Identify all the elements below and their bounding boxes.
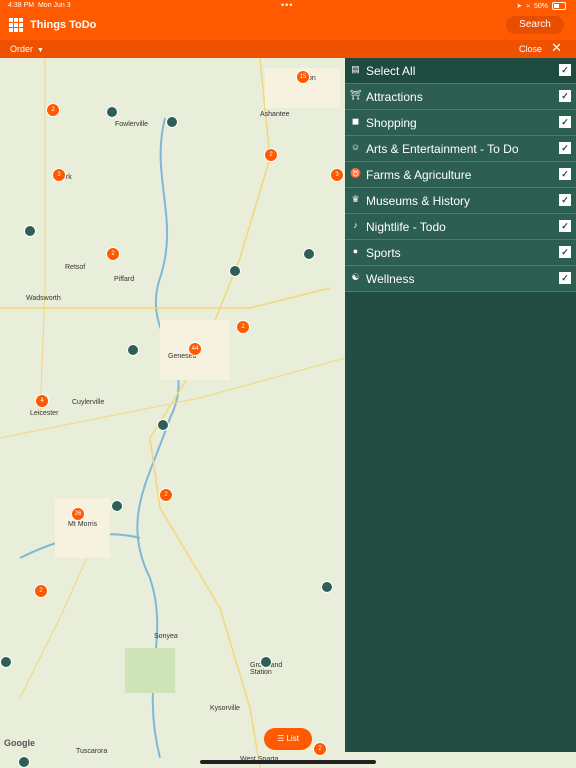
filter-row-sports[interactable]: ● Sports ✓ [345, 240, 576, 266]
poi-marker-icon[interactable] [127, 344, 139, 356]
poi-marker-icon[interactable] [111, 500, 123, 512]
map-cluster-marker[interactable]: 3 [330, 168, 344, 182]
town-label: Sonyea [154, 633, 178, 640]
map-cluster-marker[interactable]: 2 [159, 488, 173, 502]
close-icon[interactable]: ✕ [551, 41, 562, 54]
town-label: Retsof [65, 264, 86, 271]
theater-masks-icon: ☺ [350, 142, 361, 152]
checkbox[interactable]: ✓ [559, 246, 571, 258]
checkbox[interactable]: ✓ [559, 142, 571, 154]
poi-marker-icon[interactable] [0, 656, 12, 668]
google-logo: Google [4, 738, 35, 748]
checkbox[interactable]: ✓ [559, 116, 571, 128]
search-button[interactable]: Search [506, 16, 564, 34]
town-label: Tuscarora [76, 748, 108, 755]
filter-row-select-all[interactable]: ▤ Select All ✓ [345, 58, 576, 84]
status-time: 4:38 PM Mon Jun 3 [8, 2, 71, 9]
list-button[interactable]: ☰ List [264, 728, 312, 750]
map-cluster-marker[interactable]: 2 [264, 148, 278, 162]
checkbox[interactable]: ✓ [559, 90, 571, 102]
map-cluster-marker[interactable]: 3 [52, 168, 66, 182]
map-cluster-marker[interactable]: 44 [188, 342, 202, 356]
cow-icon: ♉ [350, 168, 362, 178]
status-bar: 4:38 PM Mon Jun 3 ••• ➤ ≈ 50% [0, 0, 576, 12]
town-label: Ashantee [260, 111, 290, 118]
shopping-bag-icon: ◼ [351, 116, 360, 126]
filter-row-wellness[interactable]: ☯ Wellness ✓ [345, 266, 576, 292]
poi-marker-icon[interactable] [18, 756, 30, 768]
map-cluster-marker[interactable]: 2 [236, 320, 250, 334]
town-label: Kysorville [210, 705, 240, 712]
filter-row-attractions[interactable]: ⛩ Attractions ✓ [345, 84, 576, 110]
location-icon: ➤ [516, 3, 523, 10]
filter-row-museums[interactable]: ♛ Museums & History ✓ [345, 188, 576, 214]
wifi-icon: ≈ [526, 2, 530, 10]
poi-marker-icon[interactable] [157, 419, 169, 431]
map-cluster-marker[interactable]: 26 [71, 507, 85, 521]
home-indicator[interactable] [200, 760, 376, 764]
filter-row-farms[interactable]: ♉ Farms & Agriculture ✓ [345, 162, 576, 188]
multitask-dots[interactable]: ••• [281, 0, 293, 10]
battery-percent: 50% [533, 2, 548, 10]
map-cluster-marker[interactable]: 2 [106, 247, 120, 261]
poi-marker-icon[interactable] [229, 265, 241, 277]
filter-row-nightlife[interactable]: ♪ Nightlife - Todo ✓ [345, 214, 576, 240]
close-button[interactable]: Close [519, 44, 542, 54]
town-label: Mt Morris [68, 521, 98, 528]
nightlife-icon: ♪ [353, 220, 358, 230]
filter-row-shopping[interactable]: ◼ Shopping ✓ [345, 110, 576, 136]
town-label: Cuylerville [72, 399, 105, 406]
town-label: Leicester [30, 410, 59, 417]
checkbox[interactable]: ✓ [559, 220, 571, 232]
map-cluster-marker[interactable]: 2 [313, 742, 327, 756]
checkbox[interactable]: ✓ [559, 272, 571, 284]
poi-marker-icon[interactable] [24, 225, 36, 237]
grid-menu-icon[interactable] [9, 18, 23, 32]
checkbox[interactable]: ✓ [559, 168, 571, 180]
wellness-icon: ☯ [351, 272, 360, 282]
map-cluster-marker[interactable]: 2 [46, 103, 60, 117]
battery-icon [552, 2, 566, 10]
museum-icon: ♛ [351, 194, 360, 204]
sub-bar: Order ▼ Close ✕ [0, 40, 576, 58]
town-label: Wadsworth [26, 295, 61, 302]
poi-marker-icon[interactable] [321, 581, 333, 593]
town-label: Piffard [114, 276, 135, 283]
list-icon: ▤ [351, 64, 360, 74]
poi-marker-icon[interactable] [166, 116, 178, 128]
status-right: ➤ ≈ 50% [516, 2, 566, 10]
caret-down-icon: ▼ [37, 47, 44, 54]
checkbox[interactable]: ✓ [559, 64, 571, 76]
sports-icon: ● [352, 246, 359, 256]
filter-panel: ▤ Select All ✓ ⛩ Attractions ✓ ◼ Shopping ✓ ☺ A… [345, 58, 576, 752]
poi-marker-icon[interactable] [303, 248, 315, 260]
app-title: Things ToDo [30, 19, 97, 31]
nav-bar: Things ToDo Search [0, 12, 576, 40]
map-cluster-marker[interactable]: 4 [35, 394, 49, 408]
poi-marker-icon[interactable] [260, 656, 272, 668]
map-cluster-marker[interactable]: 15 [296, 70, 310, 84]
attractions-icon: ⛩ [350, 90, 362, 100]
poi-marker-icon[interactable] [106, 106, 118, 118]
order-dropdown[interactable]: Order ▼ [10, 44, 44, 54]
checkbox[interactable]: ✓ [559, 194, 571, 206]
map-cluster-marker[interactable]: 2 [34, 584, 48, 598]
filter-row-arts[interactable]: ☺ Arts & Entertainment - To Do ✓ [345, 136, 576, 162]
town-label: Fowlerville [115, 121, 149, 128]
